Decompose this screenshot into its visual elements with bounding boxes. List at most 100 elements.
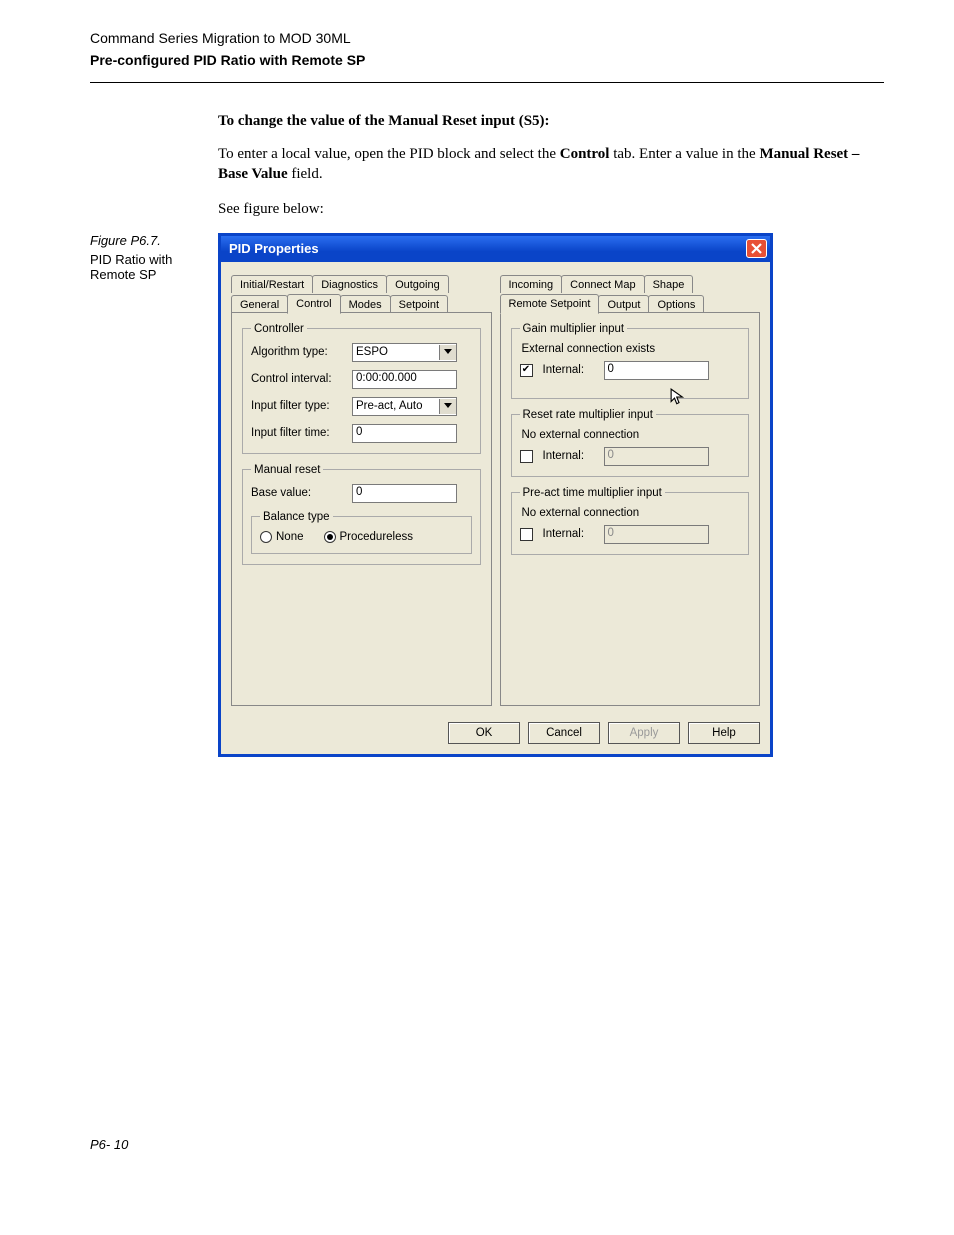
tab-modes[interactable]: Modes [340, 295, 391, 313]
cancel-button[interactable]: Cancel [528, 722, 600, 744]
instruction-heading: To change the value of the Manual Reset … [218, 113, 884, 130]
cursor-icon [670, 388, 688, 406]
close-icon [751, 243, 762, 254]
controller-legend: Controller [251, 323, 307, 335]
instruction-paragraph: To enter a local value, open the PID blo… [218, 144, 884, 185]
balance-legend: Balance type [260, 511, 333, 523]
right-pane-container: Incoming Connect Map Shape Remote Setpoi… [500, 272, 761, 706]
left-tab-pane: Controller Algorithm type: ESPO [231, 312, 492, 706]
algorithm-select[interactable]: ESPO [352, 343, 457, 362]
filter-type-value: Pre-act, Auto [356, 400, 422, 412]
ok-button[interactable]: OK [448, 722, 520, 744]
dialog-body: Initial/Restart Diagnostics Outgoing Gen… [221, 262, 770, 712]
radio-icon [324, 531, 336, 543]
gain-legend: Gain multiplier input [520, 323, 628, 335]
margin-column: Figure P6.7. PID Ratio with Remote SP [90, 113, 200, 757]
interval-label: Control interval: [251, 373, 346, 385]
dropdown-arrow-icon [439, 345, 456, 360]
text-bold: Control [560, 146, 610, 162]
preact-legend: Pre-act time multiplier input [520, 487, 665, 499]
dropdown-arrow-icon [439, 399, 456, 414]
row-balance: None Procedureless [260, 531, 463, 543]
reset-legend: Reset rate multiplier input [520, 409, 656, 421]
gain-internal-label: Internal: [543, 364, 598, 376]
manual-reset-legend: Manual reset [251, 464, 323, 476]
left-tabs-row1: Initial/Restart Diagnostics Outgoing [231, 273, 492, 293]
preact-status: No external connection [522, 507, 741, 519]
left-tab-content: Controller Algorithm type: ESPO [232, 313, 491, 581]
tab-remote-setpoint[interactable]: Remote Setpoint [500, 294, 600, 314]
tab-diagnostics[interactable]: Diagnostics [312, 275, 387, 293]
tab-connect-map[interactable]: Connect Map [561, 275, 644, 293]
tab-panes: Initial/Restart Diagnostics Outgoing Gen… [231, 272, 760, 706]
algorithm-value: ESPO [356, 346, 388, 358]
button-bar: OK Cancel Apply Help [221, 712, 770, 754]
tab-incoming[interactable]: Incoming [500, 275, 563, 293]
main-column: To change the value of the Manual Reset … [218, 113, 884, 757]
tab-setpoint[interactable]: Setpoint [390, 295, 448, 313]
radio-none-label: None [276, 531, 304, 543]
reset-internal-label: Internal: [543, 450, 598, 462]
filter-time-label: Input filter time: [251, 427, 346, 439]
left-tabs-row2: General Control Modes Setpoint [231, 293, 492, 313]
doc-subheader: Pre-configured PID Ratio with Remote SP [90, 52, 884, 83]
pid-properties-dialog: PID Properties Initial/Restart Diagnosti… [218, 233, 773, 757]
balance-type-group: Balance type None [251, 511, 472, 554]
tab-options[interactable]: Options [648, 295, 704, 313]
close-button[interactable] [746, 239, 767, 258]
gain-internal-checkbox[interactable]: ✔ [520, 364, 533, 377]
document-page: Command Series Migration to MOD 30ML Pre… [0, 0, 954, 1182]
left-pane-container: Initial/Restart Diagnostics Outgoing Gen… [231, 272, 492, 706]
gain-internal-input[interactable]: 0 [604, 361, 709, 380]
reset-internal-input: 0 [604, 447, 709, 466]
row-filter-time: Input filter time: 0 [251, 424, 472, 443]
tab-output[interactable]: Output [598, 295, 649, 313]
filter-time-input[interactable]: 0 [352, 424, 457, 443]
titlebar[interactable]: PID Properties [221, 236, 770, 262]
dialog-title: PID Properties [229, 241, 319, 256]
preact-internal-label: Internal: [543, 528, 598, 540]
tab-general[interactable]: General [231, 295, 288, 313]
radio-procedureless-label: Procedureless [340, 531, 414, 543]
row-base-value: Base value: 0 [251, 484, 472, 503]
apply-button: Apply [608, 722, 680, 744]
row-filter-type: Input filter type: Pre-act, Auto [251, 397, 472, 416]
row-gain-internal: ✔ Internal: 0 [520, 361, 741, 380]
filter-type-select[interactable]: Pre-act, Auto [352, 397, 457, 416]
filter-type-label: Input filter type: [251, 400, 346, 412]
right-tabs-row2: Remote Setpoint Output Options [500, 293, 761, 313]
see-figure-text: See figure below: [218, 199, 884, 219]
radio-icon [260, 531, 272, 543]
controller-group: Controller Algorithm type: ESPO [242, 323, 481, 454]
reset-rate-group: Reset rate multiplier input No external … [511, 409, 750, 477]
reset-status: No external connection [522, 429, 741, 441]
tab-shape[interactable]: Shape [644, 275, 694, 293]
gain-status: External connection exists [522, 343, 741, 355]
algorithm-label: Algorithm type: [251, 346, 346, 358]
interval-input[interactable]: 0:00:00.000 [352, 370, 457, 389]
tab-initial-restart[interactable]: Initial/Restart [231, 275, 313, 293]
help-button[interactable]: Help [688, 722, 760, 744]
radio-procedureless[interactable]: Procedureless [324, 531, 414, 543]
base-value-label: Base value: [251, 487, 346, 499]
gain-group: Gain multiplier input External connectio… [511, 323, 750, 399]
tab-control[interactable]: Control [287, 294, 340, 314]
radio-none[interactable]: None [260, 531, 304, 543]
right-tab-content: Gain multiplier input External connectio… [501, 313, 760, 571]
figure-caption: PID Ratio with Remote SP [90, 252, 200, 282]
preact-group: Pre-act time multiplier input No externa… [511, 487, 750, 555]
base-value-input[interactable]: 0 [352, 484, 457, 503]
preact-internal-checkbox[interactable] [520, 528, 533, 541]
reset-internal-checkbox[interactable] [520, 450, 533, 463]
manual-reset-group: Manual reset Base value: 0 Balance type [242, 464, 481, 565]
right-tabs-row1: Incoming Connect Map Shape [500, 273, 761, 293]
row-interval: Control interval: 0:00:00.000 [251, 370, 472, 389]
row-algorithm: Algorithm type: ESPO [251, 343, 472, 362]
text-segment: tab. Enter a value in the [609, 146, 759, 162]
tab-outgoing[interactable]: Outgoing [386, 275, 449, 293]
page-footer: P6- 10 [90, 1137, 884, 1152]
doc-header: Command Series Migration to MOD 30ML [90, 30, 884, 46]
preact-internal-input: 0 [604, 525, 709, 544]
text-segment: To enter a local value, open the PID blo… [218, 146, 560, 162]
text-segment: field. [288, 166, 323, 182]
